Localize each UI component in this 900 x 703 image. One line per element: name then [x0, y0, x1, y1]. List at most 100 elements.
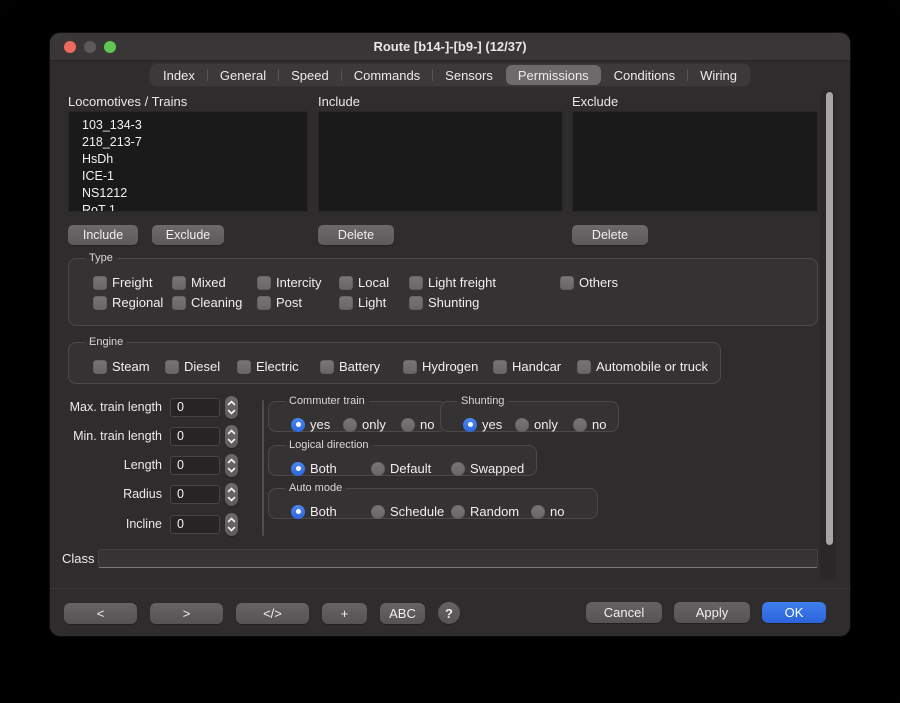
max-train-length-input[interactable]	[170, 398, 220, 417]
radio-selected-icon	[291, 505, 305, 519]
checkbox-freight[interactable]: Freight	[93, 273, 172, 293]
checkbox-intercity[interactable]: Intercity	[257, 273, 339, 293]
incline-stepper[interactable]	[225, 513, 238, 536]
radio-auto-schedule[interactable]: Schedule	[371, 504, 451, 519]
radio-auto-no[interactable]: no	[531, 504, 585, 519]
length-input[interactable]	[170, 456, 220, 475]
incline-input[interactable]	[170, 515, 220, 534]
checkbox-post[interactable]: Post	[257, 293, 339, 313]
max-train-length-stepper[interactable]	[225, 396, 238, 419]
incline-label: Incline	[62, 517, 162, 531]
radio-label: Swapped	[470, 461, 524, 476]
list-item[interactable]: 103_134-3	[69, 117, 307, 134]
radio-auto-random[interactable]: Random	[451, 504, 531, 519]
tab-speed[interactable]: Speed	[279, 65, 341, 85]
checkbox-local[interactable]: Local	[339, 273, 409, 293]
min-train-length-stepper[interactable]	[225, 425, 238, 448]
list-item[interactable]: 218_213-7	[69, 134, 307, 151]
class-input[interactable]	[98, 549, 818, 568]
min-train-length-input[interactable]	[170, 427, 220, 446]
checkbox-steam[interactable]: Steam	[93, 357, 165, 377]
titlebar[interactable]: Route [b14-]-[b9-] (12/37)	[50, 33, 850, 61]
radio-commuter-only[interactable]: only	[343, 417, 401, 432]
xml-button[interactable]: </>	[236, 603, 309, 624]
add-button[interactable]: +	[322, 603, 367, 624]
include-list[interactable]	[318, 111, 563, 212]
tab-general[interactable]: General	[208, 65, 278, 85]
logical-direction-label: Logical direction	[285, 439, 373, 451]
list-item[interactable]: ICE-1	[69, 168, 307, 185]
type-group-label: Type	[85, 252, 117, 264]
footer-divider	[50, 588, 850, 589]
cancel-button[interactable]: Cancel	[586, 602, 662, 623]
radio-icon	[515, 418, 529, 432]
checkbox-automobile-or-truck[interactable]: Automobile or truck	[577, 357, 708, 377]
checkbox-others[interactable]: Others	[560, 273, 805, 293]
radius-input[interactable]	[170, 485, 220, 504]
locomotives-list[interactable]: 103_134-3 218_213-7 HsDh ICE-1 NS1212 Ro…	[68, 111, 308, 212]
length-stepper[interactable]	[225, 454, 238, 477]
radio-shunting-yes[interactable]: yes	[463, 417, 515, 432]
tab-index[interactable]: Index	[151, 65, 207, 85]
radio-label: Random	[470, 504, 519, 519]
checkbox-mixed[interactable]: Mixed	[172, 273, 257, 293]
tab-conditions[interactable]: Conditions	[602, 65, 687, 85]
checkbox-light[interactable]: Light	[339, 293, 409, 313]
radio-label: only	[362, 417, 386, 432]
radius-stepper[interactable]	[225, 483, 238, 506]
checkbox-cleaning[interactable]: Cleaning	[172, 293, 257, 313]
checkbox-diesel[interactable]: Diesel	[165, 357, 237, 377]
length-row: Length	[62, 454, 238, 476]
exclude-button[interactable]: Exclude	[152, 225, 224, 245]
checkbox-icon	[577, 360, 591, 374]
min-train-length-row: Min. train length	[62, 425, 238, 447]
checkbox-hydrogen[interactable]: Hydrogen	[403, 357, 493, 377]
checkbox-label: Shunting	[428, 295, 479, 310]
tab-segments: Index General Speed Commands Sensors Per…	[150, 64, 750, 86]
checkbox-label: Steam	[112, 359, 150, 374]
include-delete-button[interactable]: Delete	[318, 225, 394, 245]
radio-shunting-no[interactable]: no	[573, 417, 606, 432]
radio-direction-both[interactable]: Both	[291, 461, 371, 476]
radio-commuter-no[interactable]: no	[401, 417, 434, 432]
include-button[interactable]: Include	[68, 225, 138, 245]
incline-row: Incline	[62, 513, 238, 535]
list-item[interactable]: NS1212	[69, 185, 307, 202]
exclude-list[interactable]	[572, 111, 818, 212]
checkbox-battery[interactable]: Battery	[320, 357, 403, 377]
radio-direction-default[interactable]: Default	[371, 461, 451, 476]
help-button[interactable]: ?	[438, 602, 460, 624]
checkbox-electric[interactable]: Electric	[237, 357, 320, 377]
radio-direction-swapped[interactable]: Swapped	[451, 461, 524, 476]
checkbox-shunting[interactable]: Shunting	[409, 293, 560, 313]
checkbox-icon	[172, 296, 186, 310]
checkbox-icon	[493, 360, 507, 374]
ok-button[interactable]: OK	[762, 602, 826, 623]
list-item[interactable]: HsDh	[69, 151, 307, 168]
previous-route-button[interactable]: <	[64, 603, 137, 624]
tab-commands[interactable]: Commands	[342, 65, 432, 85]
commuter-train-label: Commuter train	[285, 395, 369, 407]
apply-button[interactable]: Apply	[674, 602, 750, 623]
tab-permissions[interactable]: Permissions	[506, 65, 601, 85]
radio-commuter-yes[interactable]: yes	[291, 417, 343, 432]
checkbox-label: Mixed	[191, 275, 226, 290]
checkbox-handcar[interactable]: Handcar	[493, 357, 577, 377]
list-item[interactable]: RoT 1	[69, 202, 307, 212]
checkbox-icon	[237, 360, 251, 374]
shunting-label: Shunting	[457, 395, 508, 407]
radio-auto-both[interactable]: Both	[291, 504, 371, 519]
radio-icon	[343, 418, 357, 432]
scrollbar-thumb[interactable]	[826, 92, 833, 545]
tab-sensors[interactable]: Sensors	[433, 65, 505, 85]
radio-shunting-only[interactable]: only	[515, 417, 573, 432]
exclude-delete-button[interactable]: Delete	[572, 225, 648, 245]
checkbox-regional[interactable]: Regional	[93, 293, 172, 313]
radio-selected-icon	[291, 462, 305, 476]
tab-wiring[interactable]: Wiring	[688, 65, 749, 85]
radio-selected-icon	[291, 418, 305, 432]
next-route-button[interactable]: >	[150, 603, 223, 624]
abc-button[interactable]: ABC	[380, 603, 425, 624]
checkbox-light-freight[interactable]: Light freight	[409, 273, 560, 293]
checkbox-label: Cleaning	[191, 295, 242, 310]
